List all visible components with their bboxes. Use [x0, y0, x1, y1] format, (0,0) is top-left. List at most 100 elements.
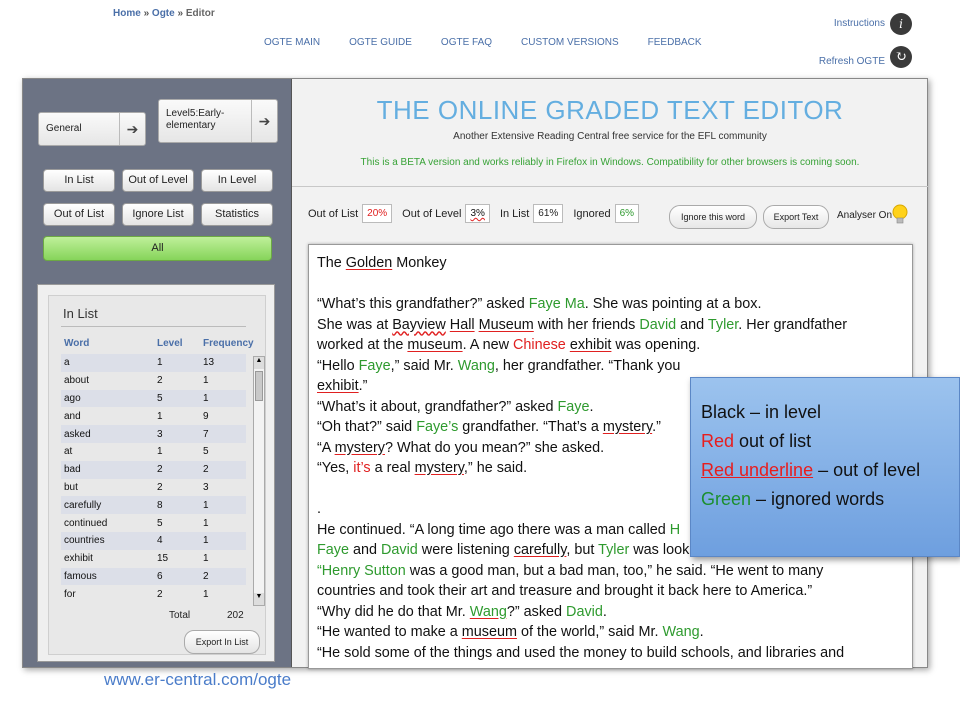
- table-row[interactable]: exhibit 15 1: [61, 550, 246, 568]
- refresh-icon[interactable]: ↻: [890, 46, 912, 68]
- export-text-button[interactable]: Export Text: [763, 205, 829, 229]
- cell-level: 1: [157, 410, 163, 422]
- table-row[interactable]: about 2 1: [61, 372, 246, 390]
- cell-word: ago: [64, 392, 81, 404]
- doc-line: countries and took their art and treasur…: [317, 583, 813, 599]
- doc-line: “Why did he do that Mr. Wang?” asked Dav…: [317, 603, 607, 620]
- breadcrumb-editor: Editor: [185, 8, 215, 19]
- out-of-level-value: 3%: [465, 204, 490, 223]
- cell-level: 8: [157, 499, 163, 511]
- export-in-list-button[interactable]: Export In List: [184, 630, 260, 654]
- ignore-list-button[interactable]: Ignore List: [122, 203, 194, 226]
- table-row[interactable]: countries 4 1: [61, 531, 246, 550]
- cell-freq: 1: [203, 499, 209, 511]
- nav-feedback[interactable]: FEEDBACK: [648, 37, 702, 48]
- table-row[interactable]: continued 5 1: [61, 514, 246, 532]
- legend-green: Green – ignored words: [701, 489, 885, 509]
- stats-bar: Out of List 20% Out of Level 3% In List …: [308, 204, 649, 223]
- word-list-panel: In List Word Level Frequency a 1 13 about 2 1…: [37, 284, 275, 662]
- table-row[interactable]: at 1 5: [61, 443, 246, 461]
- word-list-scrollbar[interactable]: ▲ ▼: [253, 356, 265, 606]
- page-title: THE ONLINE GRADED TEXT EDITOR: [376, 95, 844, 125]
- cell-freq: 1: [203, 588, 209, 600]
- cell-word: exhibit: [64, 553, 93, 565]
- out-of-list-label: Out of List: [308, 207, 359, 220]
- cell-word: a: [64, 357, 70, 369]
- scroll-down-icon[interactable]: ▼: [254, 593, 264, 605]
- cell-level: 15: [157, 553, 169, 565]
- cell-word: continued: [64, 517, 108, 529]
- cell-level: 3: [157, 428, 163, 440]
- cell-word: countries: [64, 535, 105, 547]
- cell-level: 5: [157, 517, 163, 529]
- nav-ogte-faq[interactable]: OGTE FAQ: [441, 37, 492, 48]
- table-row[interactable]: carefully 8 1: [61, 496, 246, 515]
- table-row[interactable]: bad 2 2: [61, 460, 246, 479]
- statistics-button[interactable]: Statistics: [201, 203, 273, 226]
- nav-ogte-guide[interactable]: OGTE GUIDE: [349, 37, 412, 48]
- cell-word: famous: [64, 570, 97, 582]
- cell-word: but: [64, 481, 78, 493]
- cell-freq: 9: [203, 410, 209, 422]
- nav-ogte-main[interactable]: OGTE MAIN: [264, 37, 320, 48]
- lightbulb-icon[interactable]: [892, 204, 908, 226]
- editor-pane: THE ONLINE GRADED TEXT EDITOR Another Ex…: [291, 79, 928, 669]
- breadcrumb-sep: »: [143, 8, 150, 19]
- arrow-right-icon[interactable]: ➔: [251, 100, 277, 142]
- out-of-level-button[interactable]: Out of Level: [122, 169, 194, 192]
- cell-level: 2: [157, 588, 163, 600]
- ignore-word-button[interactable]: Ignore this word: [669, 205, 757, 229]
- table-row[interactable]: and 1 9: [61, 407, 246, 425]
- breadcrumb: Home » Ogte » Editor: [113, 8, 215, 19]
- nav-custom-versions[interactable]: CUSTOM VERSIONS: [521, 37, 619, 48]
- table-header: Word Level Frequency: [61, 332, 254, 354]
- in-list-button[interactable]: In List: [43, 169, 115, 192]
- category-select[interactable]: General ➔: [38, 112, 146, 146]
- table-row[interactable]: but 2 3: [61, 479, 246, 497]
- cell-word: carefully: [64, 499, 102, 511]
- out-of-list-value: 20%: [362, 204, 393, 223]
- out-of-level-label: Out of Level: [402, 207, 462, 220]
- table-row[interactable]: for 2 1: [61, 585, 246, 603]
- cell-word: about: [64, 375, 90, 387]
- beta-notice: This is a BETA version and works reliabl…: [360, 157, 860, 168]
- refresh-link[interactable]: Refresh OGTE: [819, 56, 885, 67]
- out-of-list-button[interactable]: Out of List: [43, 203, 115, 226]
- scrollbar-thumb[interactable]: [255, 371, 263, 401]
- level-select-value: Level5:Early-elementary: [166, 108, 225, 131]
- ignored-value: 6%: [614, 204, 640, 223]
- table-row[interactable]: asked 3 7: [61, 425, 246, 443]
- left-sidebar: General ➔ Level5:Early-elementary ➔ In L…: [23, 79, 291, 667]
- total-label: Total: [169, 610, 191, 621]
- divider: [61, 326, 246, 327]
- cell-freq: 13: [203, 357, 215, 369]
- word-table: Word Level Frequency a 1 13 about 2 1 ago 5 1 and…: [61, 332, 254, 603]
- all-button[interactable]: All: [43, 236, 272, 261]
- cell-freq: 2: [203, 464, 209, 476]
- cell-level: 5: [157, 392, 163, 404]
- doc-line: worked at the museum. A new Chinese exhi…: [317, 337, 701, 353]
- scroll-up-icon[interactable]: ▲: [254, 357, 264, 369]
- cell-freq: 5: [203, 446, 209, 458]
- breadcrumb-ogte[interactable]: Ogte: [152, 8, 175, 19]
- header-frequency: Frequency: [203, 337, 254, 349]
- level-select[interactable]: Level5:Early-elementary ➔: [158, 99, 278, 143]
- table-row[interactable]: famous 6 2: [61, 567, 246, 586]
- doc-line: “Hello Faye,” said Mr. Wang, her grandfa…: [317, 357, 681, 374]
- legend-underline: Red underline – out of level: [701, 460, 921, 480]
- breadcrumb-home[interactable]: Home: [113, 8, 141, 19]
- instructions-link[interactable]: Instructions: [834, 18, 885, 29]
- cell-freq: 7: [203, 428, 209, 440]
- cell-freq: 1: [203, 535, 209, 547]
- arrow-right-icon[interactable]: ➔: [119, 113, 145, 145]
- page-subtitle: Another Extensive Reading Central free s…: [453, 131, 767, 142]
- site-url[interactable]: www.er-central.com/ogte: [104, 670, 291, 690]
- table-row[interactable]: a 1 13: [61, 354, 246, 372]
- app-frame: General ➔ Level5:Early-elementary ➔ In L…: [22, 78, 928, 669]
- divider: [292, 186, 928, 187]
- table-row[interactable]: ago 5 1: [61, 389, 246, 408]
- info-icon[interactable]: i: [890, 13, 912, 35]
- in-list-value: 61%: [533, 204, 564, 223]
- in-level-button[interactable]: In Level: [201, 169, 273, 192]
- cell-level: 2: [157, 375, 163, 387]
